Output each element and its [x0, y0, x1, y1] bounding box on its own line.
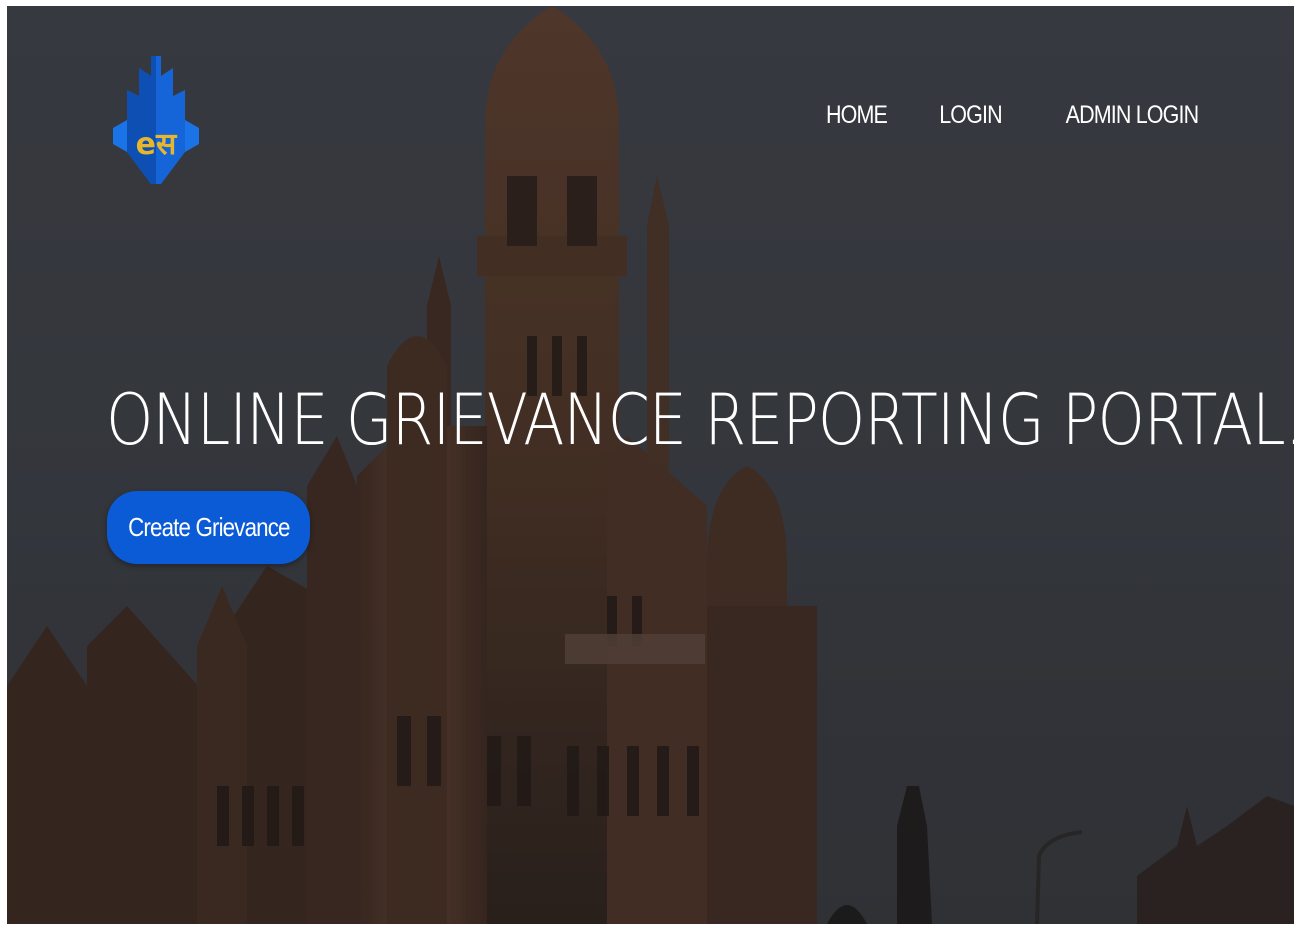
nav-login-link[interactable]: LOGIN: [903, 100, 1002, 130]
hero-section: eस HOME LOGIN ADMIN LOGIN ONLINE GRIEVAN…: [7, 6, 1294, 924]
create-grievance-button[interactable]: Create Grievance: [107, 491, 310, 564]
hero-title: ONLINE GRIEVANCE REPORTING PORTAL.: [106, 379, 1294, 461]
create-grievance-label: Create Grievance: [127, 512, 290, 542]
main-nav: HOME LOGIN ADMIN LOGIN: [774, 100, 1199, 130]
site-logo[interactable]: eस: [113, 56, 199, 184]
nav-admin-login-link[interactable]: ADMIN LOGIN: [1029, 100, 1199, 130]
hero-dark-overlay: [7, 6, 1294, 924]
logo-text: eस: [136, 127, 178, 162]
nav-home-link[interactable]: HOME: [790, 100, 888, 130]
